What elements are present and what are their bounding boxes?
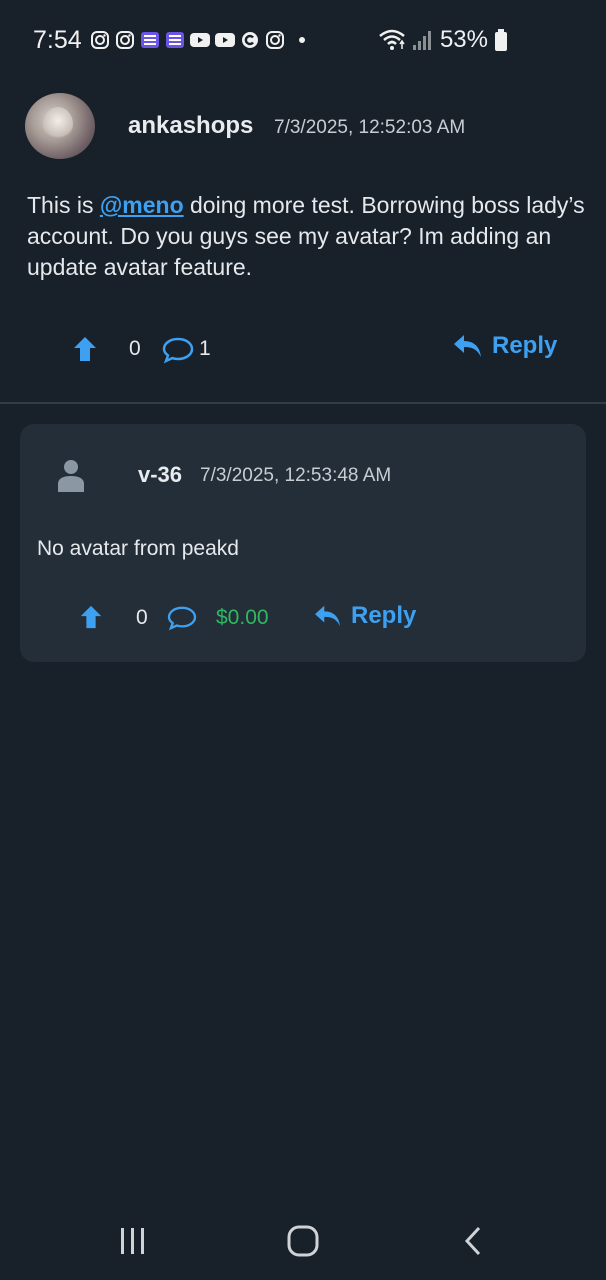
reply-card: v-36 7/3/2025, 12:53:48 AM No avatar fro… xyxy=(20,424,586,662)
upvote-icon[interactable] xyxy=(78,604,104,630)
comment-icon[interactable] xyxy=(162,336,194,364)
post: ankashops 7/3/2025, 12:52:03 AM This is … xyxy=(0,80,606,402)
reply-username[interactable]: v-36 xyxy=(138,462,182,488)
post-username[interactable]: ankashops xyxy=(128,112,253,140)
vote-count: 0 xyxy=(129,337,141,360)
wifi-icon xyxy=(379,29,405,50)
post-body-text: This is xyxy=(27,192,100,218)
more-notifications-dot-icon xyxy=(299,37,305,43)
divider xyxy=(0,402,606,404)
c-app-icon xyxy=(242,32,258,48)
instagram-icon xyxy=(116,31,134,49)
avatar[interactable] xyxy=(25,93,95,159)
home-icon[interactable] xyxy=(287,1225,319,1257)
navigation-bar xyxy=(0,1200,606,1280)
mention-link[interactable]: @meno xyxy=(100,192,184,218)
signal-icon xyxy=(412,31,431,50)
list-app-icon xyxy=(166,32,184,48)
reply-body: No avatar from peakd xyxy=(37,537,239,560)
post-actions: 0 1 Reply xyxy=(0,330,606,370)
comment-count: 1 xyxy=(199,337,211,360)
status-bar: 7:54 53% xyxy=(0,0,606,80)
reply-label: Reply xyxy=(351,602,417,629)
vote-count: 0 xyxy=(136,606,148,629)
upvote-icon[interactable] xyxy=(71,335,99,363)
reply-button[interactable]: Reply xyxy=(313,602,416,630)
recent-apps-icon[interactable] xyxy=(118,1227,148,1255)
notification-icons xyxy=(90,30,310,50)
youtube-icon xyxy=(215,33,235,47)
comment-icon[interactable] xyxy=(167,605,197,631)
battery-percent: 53% xyxy=(439,26,488,53)
post-timestamp: 7/3/2025, 12:52:03 AM xyxy=(274,117,466,138)
status-time: 7:54 xyxy=(33,26,82,54)
instagram-icon xyxy=(266,31,284,49)
list-app-icon xyxy=(141,32,159,48)
reply-button[interactable]: Reply xyxy=(452,332,557,360)
youtube-icon xyxy=(190,33,210,47)
instagram-icon xyxy=(91,31,109,49)
reply-timestamp: 7/3/2025, 12:53:48 AM xyxy=(200,465,392,486)
status-right: 53% xyxy=(378,26,508,54)
back-icon[interactable] xyxy=(462,1226,484,1256)
reply-label: Reply xyxy=(492,332,558,359)
payout-value: $0.00 xyxy=(216,606,269,629)
user-placeholder-icon[interactable] xyxy=(56,458,86,492)
reply-icon xyxy=(315,605,341,627)
battery-icon xyxy=(495,29,507,51)
reply-icon xyxy=(454,335,481,357)
post-body: This is @meno doing more test. Borrowing… xyxy=(27,190,587,283)
